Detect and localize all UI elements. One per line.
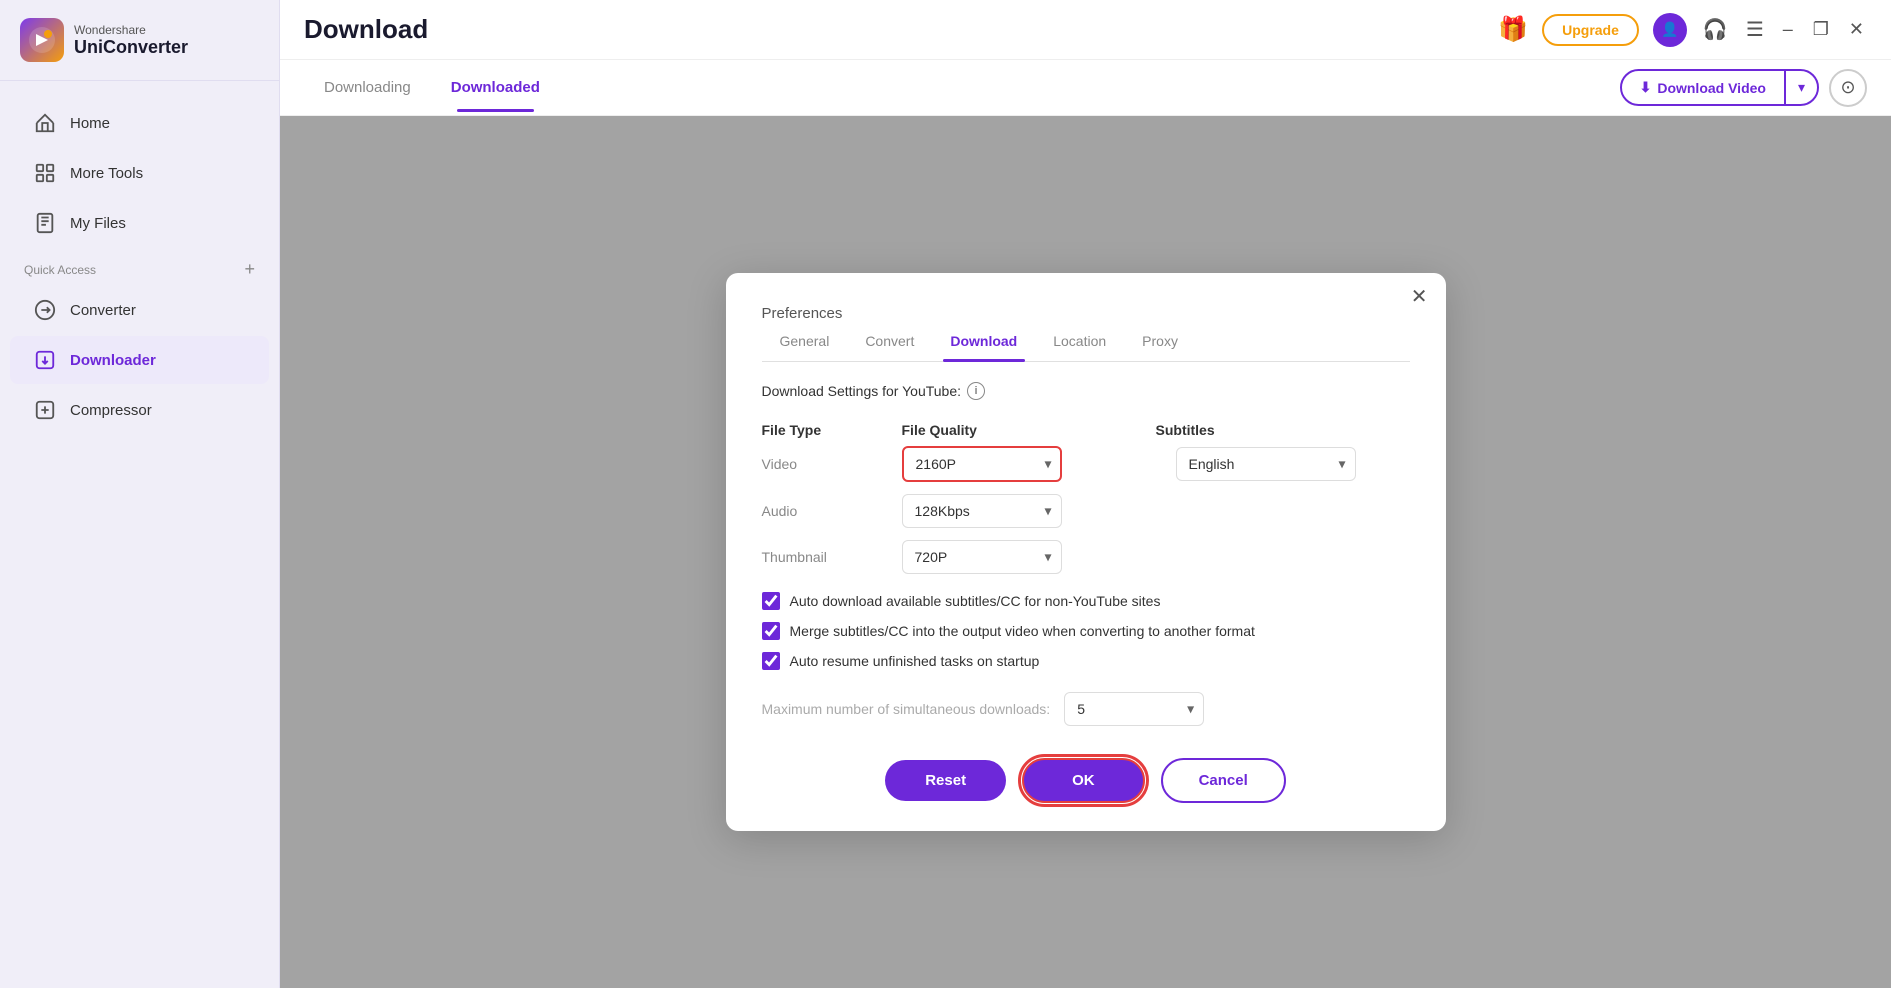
checkbox-merge-subtitle-row: Merge subtitles/CC into the output video… [762, 622, 1410, 640]
grid-icon [34, 162, 56, 184]
modal-tabs: General Convert Download Location Proxy [762, 323, 1410, 362]
logo-brand: Wondershare [74, 23, 188, 37]
modal-tab-proxy[interactable]: Proxy [1124, 323, 1196, 361]
modal-tab-general[interactable]: General [762, 323, 848, 361]
topbar-left: Download [304, 14, 428, 45]
thumbnail-quality-select-wrapper: 720P480P360P [902, 540, 1062, 574]
sidebar-more-tools-label: More Tools [70, 165, 143, 182]
logo-icon [20, 18, 64, 62]
settings-icon-button[interactable]: ⊙ [1829, 69, 1867, 107]
audio-quality-select[interactable]: 128Kbps192Kbps256Kbps320Kbps [902, 494, 1062, 528]
topbar-right: 🎁 Upgrade 👤 🎧 ☰ – ❐ ✕ [1498, 13, 1867, 47]
checkboxes-area: Auto download available subtitles/CC for… [762, 592, 1410, 670]
sidebar-my-files-label: My Files [70, 215, 126, 232]
shield-icon: ⊙ [1840, 77, 1855, 98]
merge-subtitle-checkbox[interactable] [762, 622, 780, 640]
simultaneous-select-wrapper: 12345678 [1064, 692, 1204, 726]
exchange-icon [34, 299, 56, 321]
modal-footer: Reset OK Cancel [762, 758, 1410, 803]
subheader: Downloading Downloaded ⬇ Download Video … [280, 60, 1891, 116]
quick-access-label: Quick Access [24, 263, 96, 277]
modal-overlay: Preferences ✕ General Convert Download L… [280, 116, 1891, 988]
subheader-actions: ⬇ Download Video ▾ ⊙ [1620, 69, 1867, 107]
file-type-header: File Type [762, 422, 902, 438]
file-icon [34, 212, 56, 234]
nav-items: Home More Tools My Files Quick Access + … [0, 81, 279, 988]
download-video-dropdown[interactable]: ▾ [1784, 71, 1817, 104]
audio-quality-select-wrapper: 128Kbps192Kbps256Kbps320Kbps [902, 494, 1062, 528]
ok-button[interactable]: OK [1022, 758, 1145, 803]
topbar: Download 🎁 Upgrade 👤 🎧 ☰ – ❐ ✕ [280, 0, 1891, 60]
sidebar-item-converter[interactable]: Converter [10, 286, 269, 334]
content-area: Download dio, or thumbnail files. ▶ Log … [280, 116, 1891, 988]
sidebar-downloader-label: Downloader [70, 352, 156, 369]
simultaneous-label: Maximum number of simultaneous downloads… [762, 701, 1051, 717]
sidebar-converter-label: Converter [70, 302, 136, 319]
auto-subtitle-checkbox[interactable] [762, 592, 780, 610]
minimize-button[interactable]: – [1783, 19, 1793, 40]
subtitles-header: Subtitles [1156, 422, 1410, 438]
sidebar-item-my-files[interactable]: My Files [10, 199, 269, 247]
video-quality-select-wrapper: 2160P1080P720P480P360P [902, 446, 1062, 482]
subtitle-select-wrapper: EnglishNoneAuto [1176, 447, 1356, 481]
sidebar-home-label: Home [70, 115, 110, 132]
simultaneous-downloads-select[interactable]: 12345678 [1064, 692, 1204, 726]
subtitle-select[interactable]: EnglishNoneAuto [1176, 447, 1356, 481]
sidebar-item-more-tools[interactable]: More Tools [10, 149, 269, 197]
col-headers: File Type File Quality Subtitles [762, 422, 1410, 438]
quick-access-add[interactable]: + [244, 259, 255, 280]
auto-resume-label: Auto resume unfinished tasks on startup [790, 653, 1040, 669]
quick-access-section: Quick Access + [0, 249, 279, 284]
main-content: Download 🎁 Upgrade 👤 🎧 ☰ – ❐ ✕ Downloadi… [280, 0, 1891, 988]
modal-tab-location[interactable]: Location [1035, 323, 1124, 361]
sidebar-item-home[interactable]: Home [10, 99, 269, 147]
page-title: Download [304, 14, 428, 45]
thumbnail-quality-select[interactable]: 720P480P360P [902, 540, 1062, 574]
sub-tabs: Downloading Downloaded [304, 63, 560, 112]
reset-button[interactable]: Reset [885, 760, 1006, 801]
checkbox-auto-resume-row: Auto resume unfinished tasks on startup [762, 652, 1410, 670]
simultaneous-row: Maximum number of simultaneous downloads… [762, 692, 1410, 726]
maximize-button[interactable]: ❐ [1813, 19, 1829, 40]
gift-icon[interactable]: 🎁 [1498, 15, 1528, 44]
auto-subtitle-label: Auto download available subtitles/CC for… [790, 593, 1161, 609]
info-icon: i [967, 382, 985, 400]
cancel-button[interactable]: Cancel [1161, 758, 1286, 803]
video-label: Video [762, 456, 902, 472]
sidebar-item-downloader[interactable]: Downloader [10, 336, 269, 384]
modal-title-label: Preferences [762, 305, 843, 322]
compress-icon [34, 399, 56, 421]
home-icon [34, 112, 56, 134]
sidebar: Wondershare UniConverter Home More Tools… [0, 0, 280, 988]
preferences-modal: Preferences ✕ General Convert Download L… [726, 273, 1446, 831]
modal-close-button[interactable]: ✕ [1411, 287, 1428, 307]
video-quality-select[interactable]: 2160P1080P720P480P360P [902, 446, 1062, 482]
sidebar-item-compressor[interactable]: Compressor [10, 386, 269, 434]
audio-label: Audio [762, 503, 902, 519]
download-sidebar-icon [34, 349, 56, 371]
file-quality-header: File Quality [902, 422, 1156, 438]
menu-icon[interactable]: ☰ [1746, 17, 1764, 42]
tab-downloaded[interactable]: Downloaded [431, 63, 560, 112]
avatar[interactable]: 👤 [1653, 13, 1687, 47]
logo-product: UniConverter [74, 37, 188, 58]
sidebar-compressor-label: Compressor [70, 402, 152, 419]
auto-resume-checkbox[interactable] [762, 652, 780, 670]
app-logo: Wondershare UniConverter [0, 0, 279, 81]
close-button[interactable]: ✕ [1849, 19, 1864, 40]
download-video-button[interactable]: ⬇ Download Video ▾ [1620, 69, 1819, 106]
tab-downloading[interactable]: Downloading [304, 63, 431, 112]
download-arrow-icon: ⬇ [1640, 79, 1652, 96]
modal-tab-download[interactable]: Download [932, 323, 1035, 361]
settings-description: Download Settings for YouTube: i [762, 382, 1410, 400]
upgrade-button[interactable]: Upgrade [1542, 14, 1639, 46]
headset-icon[interactable]: 🎧 [1703, 17, 1728, 42]
download-video-main[interactable]: ⬇ Download Video [1622, 71, 1784, 104]
merge-subtitle-label: Merge subtitles/CC into the output video… [790, 623, 1255, 639]
logo-text: Wondershare UniConverter [74, 23, 188, 58]
modal-tab-convert[interactable]: Convert [847, 323, 932, 361]
checkbox-auto-subtitle-row: Auto download available subtitles/CC for… [762, 592, 1410, 610]
thumbnail-label: Thumbnail [762, 549, 902, 565]
